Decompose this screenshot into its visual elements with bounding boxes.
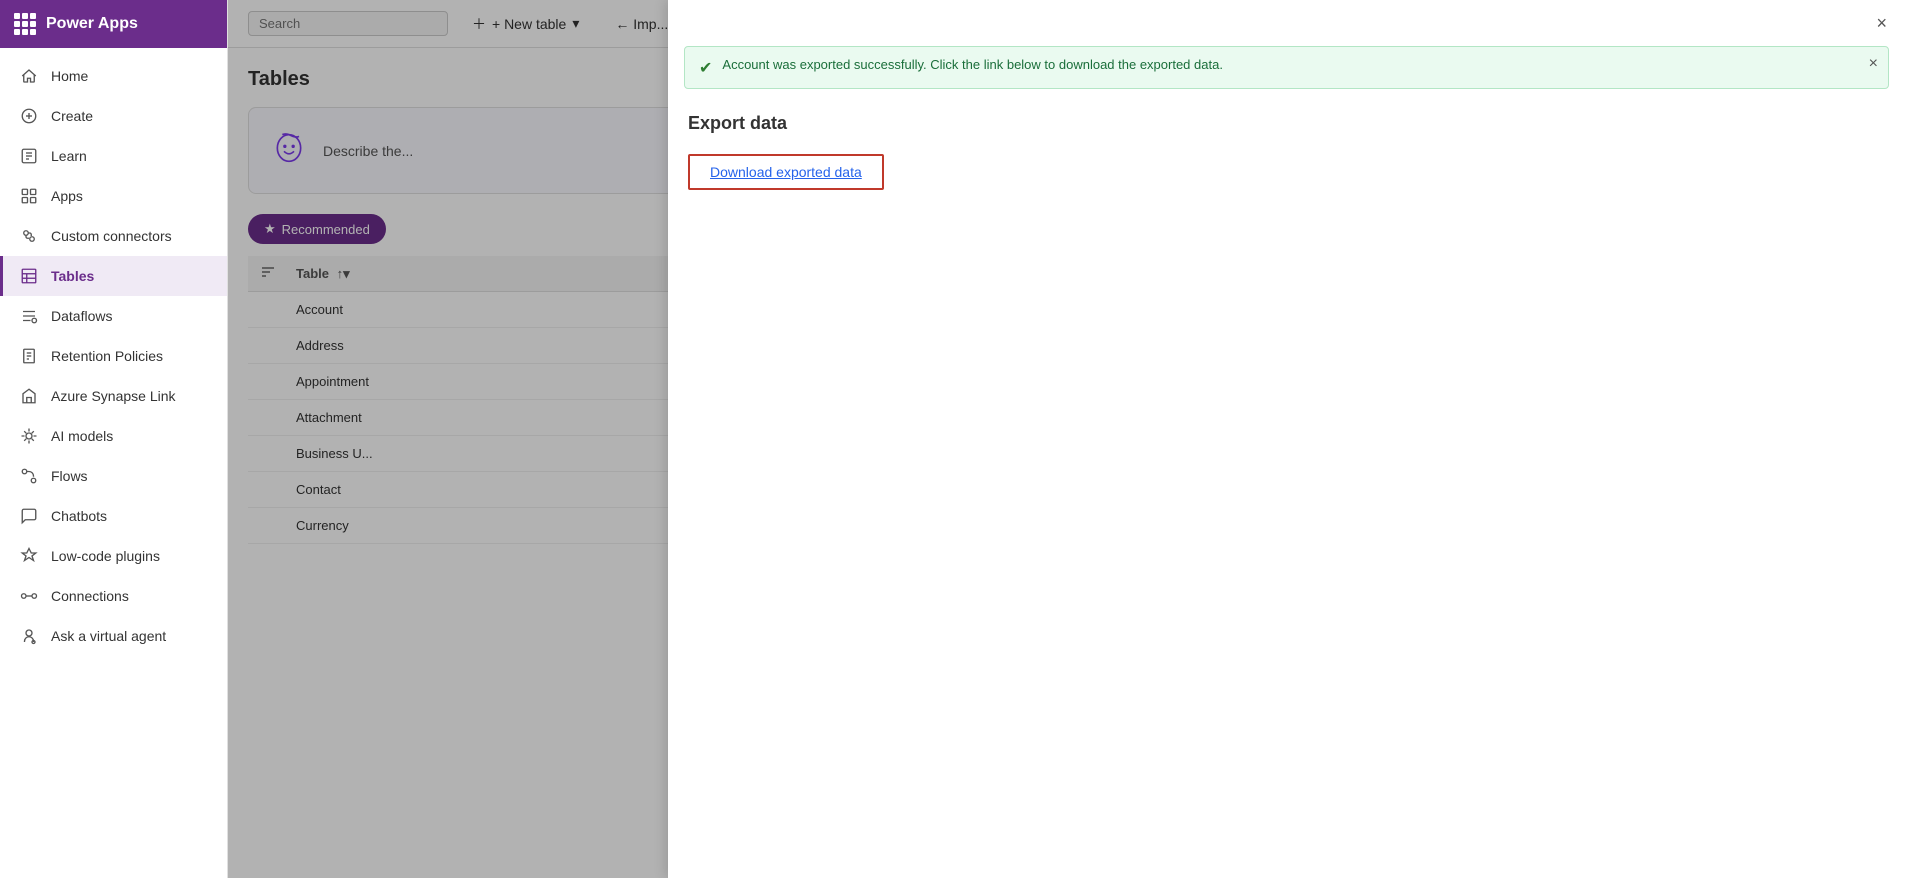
modal-body: Export data Download exported data [668, 89, 1905, 214]
success-icon: ✔ [699, 58, 712, 78]
retention-icon [19, 346, 39, 366]
sidebar-item-chatbots[interactable]: Chatbots [0, 496, 227, 536]
download-button[interactable]: Download exported data [688, 154, 884, 190]
sidebar-item-home[interactable]: Home [0, 56, 227, 96]
azure-icon [19, 386, 39, 406]
sidebar: Power Apps Home Create Learn [0, 0, 228, 878]
banner-close-button[interactable]: × [1869, 55, 1878, 73]
modal-panel: × ✔ Account was exported successfully. C… [668, 0, 1905, 878]
sidebar-item-label: AI models [51, 428, 113, 444]
sidebar-item-agent[interactable]: Ask a virtual agent [0, 616, 227, 656]
create-icon [19, 106, 39, 126]
sidebar-item-plugins[interactable]: Low-code plugins [0, 536, 227, 576]
sidebar-item-label: Home [51, 68, 88, 84]
learn-icon [19, 146, 39, 166]
sidebar-item-label: Create [51, 108, 93, 124]
sidebar-item-label: Learn [51, 148, 87, 164]
sidebar-item-apps[interactable]: Apps [0, 176, 227, 216]
sidebar-nav: Home Create Learn Apps [0, 48, 227, 878]
flows-icon [19, 466, 39, 486]
sidebar-item-label: Azure Synapse Link [51, 388, 176, 404]
grid-icon[interactable] [14, 13, 36, 35]
home-icon [19, 66, 39, 86]
sidebar-item-tables[interactable]: Tables [0, 256, 227, 296]
tables-icon [19, 266, 39, 286]
agent-icon [19, 626, 39, 646]
app-title: Power Apps [46, 15, 138, 33]
modal-close-top: × [668, 0, 1905, 46]
sidebar-item-label: Ask a virtual agent [51, 628, 166, 644]
modal-close-top-button[interactable]: × [1872, 10, 1891, 36]
sidebar-item-custom-connectors[interactable]: Custom connectors [0, 216, 227, 256]
sidebar-item-label: Custom connectors [51, 228, 172, 244]
sidebar-item-ai[interactable]: AI models [0, 416, 227, 456]
sidebar-item-label: Dataflows [51, 308, 112, 324]
success-message: Account was exported successfully. Click… [722, 57, 1223, 72]
sidebar-item-label: Flows [51, 468, 88, 484]
sidebar-item-label: Chatbots [51, 508, 107, 524]
sidebar-item-label: Tables [51, 268, 94, 284]
sidebar-item-label: Low-code plugins [51, 548, 160, 564]
sidebar-header: Power Apps [0, 0, 227, 48]
export-title: Export data [688, 113, 1885, 134]
sidebar-item-create[interactable]: Create [0, 96, 227, 136]
sidebar-item-azure[interactable]: Azure Synapse Link [0, 376, 227, 416]
success-banner: ✔ Account was exported successfully. Cli… [684, 46, 1889, 89]
plugins-icon [19, 546, 39, 566]
chatbots-icon [19, 506, 39, 526]
modal-overlay: × ✔ Account was exported successfully. C… [228, 0, 1905, 878]
connections-icon [19, 586, 39, 606]
sidebar-item-dataflows[interactable]: Dataflows [0, 296, 227, 336]
custom-connectors-icon [19, 226, 39, 246]
apps-icon [19, 186, 39, 206]
ai-icon [19, 426, 39, 446]
main-content: ＋ + New table ▾ ← Imp... Tables Describe… [228, 0, 1905, 878]
sidebar-item-flows[interactable]: Flows [0, 456, 227, 496]
sidebar-item-label: Connections [51, 588, 129, 604]
sidebar-item-retention[interactable]: Retention Policies [0, 336, 227, 376]
sidebar-item-connections[interactable]: Connections [0, 576, 227, 616]
sidebar-item-learn[interactable]: Learn [0, 136, 227, 176]
dataflows-icon [19, 306, 39, 326]
sidebar-item-label: Retention Policies [51, 348, 163, 364]
sidebar-item-label: Apps [51, 188, 83, 204]
